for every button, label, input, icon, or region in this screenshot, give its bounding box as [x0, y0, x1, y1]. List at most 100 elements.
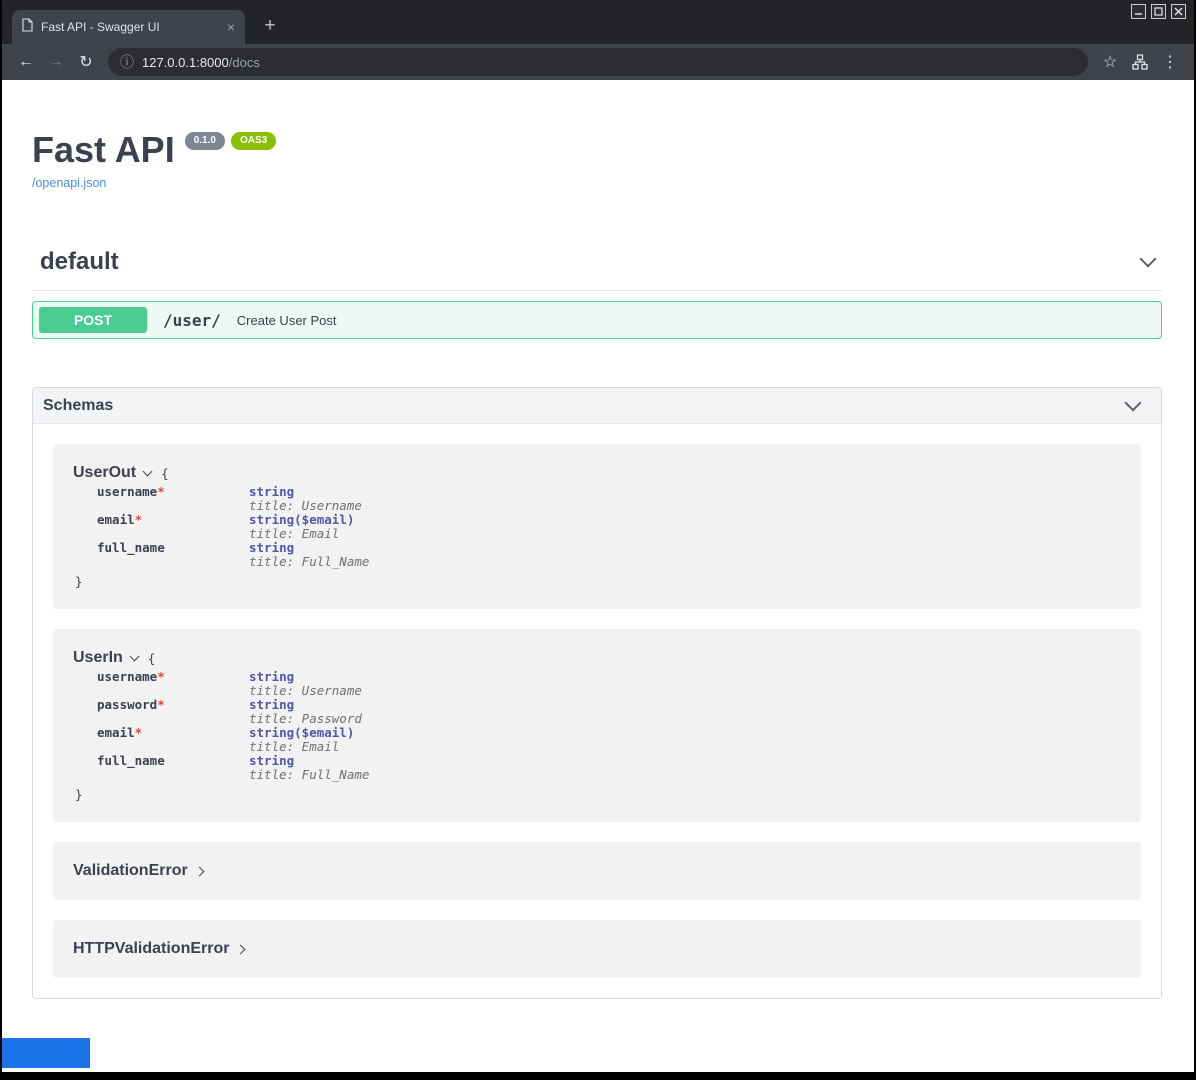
endpoint-summary: Create User Post	[237, 313, 337, 328]
schemas-header[interactable]: Schemas	[33, 388, 1161, 424]
version-badge: 0.1.0	[185, 132, 225, 150]
chevron-down-icon[interactable]	[129, 651, 139, 661]
reload-icon[interactable]: ↻	[72, 48, 100, 76]
property-desc: string title: Password	[249, 698, 362, 726]
new-tab-button[interactable]: +	[257, 13, 283, 39]
brace-close: }	[75, 787, 1121, 802]
property-type: string	[249, 698, 362, 712]
api-header: Fast API 0.1.0 OAS3	[32, 128, 1162, 171]
model-properties: username* string title: Username email* …	[97, 485, 1121, 569]
property-name: username*	[97, 670, 249, 698]
property-name: username*	[97, 485, 249, 513]
bookmark-star-icon[interactable]: ☆	[1096, 48, 1124, 76]
schemas-body: UserOut { username* string title: Userna…	[33, 424, 1161, 998]
model-name: ValidationError	[73, 862, 188, 880]
model-name: UserOut	[73, 464, 136, 482]
property-desc: string title: Username	[249, 485, 362, 513]
tab-title: Fast API - Swagger UI	[41, 20, 219, 34]
menu-dots-icon[interactable]: ⋮	[1156, 48, 1184, 76]
required-marker: *	[157, 697, 165, 712]
title-bar: Fast API - Swagger UI × +	[2, 0, 1194, 44]
forward-icon[interactable]: →	[42, 48, 70, 76]
site-info-icon[interactable]: ⓘ	[120, 52, 134, 72]
property-desc: string($email) title: Email	[249, 726, 354, 754]
property-name: email*	[97, 513, 249, 541]
browser-toolbar: ← → ↻ ⓘ 127.0.0.1:8000/docs ☆ ⋮	[2, 44, 1194, 80]
page-title: Fast API	[32, 128, 175, 171]
chevron-down-icon[interactable]	[143, 466, 153, 476]
property-type: string	[249, 670, 362, 684]
property-desc: string title: Full_Name	[249, 754, 369, 782]
required-marker: *	[157, 669, 165, 684]
property-type: string($email)	[249, 726, 354, 740]
property-title: title: Username	[249, 684, 362, 698]
minimize-button[interactable]	[1131, 4, 1146, 19]
brace-open: {	[161, 466, 169, 481]
property-name-text: username	[97, 669, 157, 684]
schema-property: email* string($email) title: Email	[97, 513, 1121, 541]
required-marker: *	[135, 512, 143, 527]
property-name-text: username	[97, 484, 157, 499]
property-title: title: Password	[249, 712, 362, 726]
property-type: string	[249, 541, 369, 555]
model-name: HTTPValidationError	[73, 940, 229, 958]
property-type: string	[249, 485, 362, 499]
tag-name: default	[40, 248, 119, 276]
schema-property: email* string($email) title: Email	[97, 726, 1121, 754]
chevron-right-icon[interactable]	[194, 866, 204, 876]
model-card-userout: UserOut { username* string title: Userna…	[53, 444, 1141, 609]
schema-property: username* string title: Username	[97, 670, 1121, 698]
model-card-httpvalidationerror: HTTPValidationError	[53, 920, 1141, 978]
property-title: title: Full_Name	[249, 768, 369, 782]
tag-section-default[interactable]: default	[32, 248, 1162, 291]
property-desc: string title: Full_Name	[249, 541, 369, 569]
property-desc: string($email) title: Email	[249, 513, 354, 541]
property-name: full_name	[97, 754, 249, 782]
method-badge: POST	[39, 307, 147, 333]
model-toggle[interactable]: HTTPValidationError	[73, 940, 1121, 958]
property-type: string($email)	[249, 513, 354, 527]
tab-close-icon[interactable]: ×	[227, 20, 235, 34]
page-icon	[22, 18, 33, 37]
endpoint-path: /user/	[163, 311, 221, 330]
property-desc: string title: Username	[249, 670, 362, 698]
back-icon[interactable]: ←	[12, 48, 40, 76]
brace-open: {	[148, 651, 156, 666]
required-marker: *	[157, 484, 165, 499]
property-name-text: email	[97, 512, 135, 527]
model-name: UserIn	[73, 649, 123, 667]
schema-property: username* string title: Username	[97, 485, 1121, 513]
schema-property: full_name string title: Full_Name	[97, 754, 1121, 782]
required-marker: *	[135, 725, 143, 740]
url-bar[interactable]: ⓘ 127.0.0.1:8000/docs	[108, 48, 1088, 76]
property-name-text: full_name	[97, 753, 165, 768]
window-controls	[1131, 4, 1186, 19]
endpoint-post-user[interactable]: POST /user/ Create User Post	[32, 301, 1162, 339]
property-title: title: Username	[249, 499, 362, 513]
chevron-down-icon[interactable]	[1125, 394, 1142, 411]
model-toggle[interactable]: UserOut {	[73, 464, 1121, 482]
schema-property: full_name string title: Full_Name	[97, 541, 1121, 569]
badges: 0.1.0 OAS3	[185, 132, 276, 150]
model-card-userin: UserIn { username* string title: Usernam…	[53, 629, 1141, 822]
browser-tab[interactable]: Fast API - Swagger UI ×	[12, 10, 245, 44]
model-toggle[interactable]: ValidationError	[73, 862, 1121, 880]
property-name-text: email	[97, 725, 135, 740]
property-name: email*	[97, 726, 249, 754]
property-title: title: Email	[249, 740, 354, 754]
url-host: 127.0.0.1:8000	[142, 55, 229, 70]
chevron-right-icon[interactable]	[236, 944, 246, 954]
sitemap-icon[interactable]	[1126, 48, 1154, 76]
close-button[interactable]	[1171, 4, 1186, 19]
property-name: full_name	[97, 541, 249, 569]
chevron-down-icon[interactable]	[1140, 251, 1157, 268]
property-title: title: Email	[249, 527, 354, 541]
property-type: string	[249, 754, 369, 768]
model-toggle[interactable]: UserIn {	[73, 649, 1121, 667]
property-name-text: full_name	[97, 540, 165, 555]
url-path: /docs	[229, 55, 260, 70]
maximize-button[interactable]	[1151, 4, 1166, 19]
property-name: password*	[97, 698, 249, 726]
model-card-validationerror: ValidationError	[53, 842, 1141, 900]
openapi-spec-link[interactable]: /openapi.json	[32, 176, 106, 190]
